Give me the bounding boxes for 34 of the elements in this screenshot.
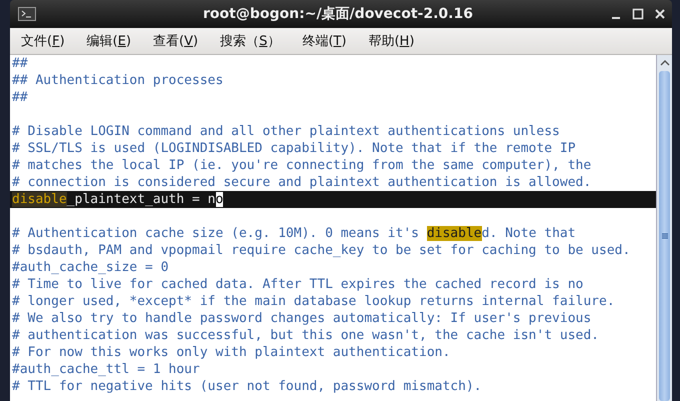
code-line: # Authentication cache size (e.g. 10M). 0 means it's disabled. Note that <box>12 226 576 241</box>
code-line: # For now this works only with plaintext authentication. <box>12 345 450 360</box>
scrollbar[interactable] <box>656 55 672 401</box>
search-match: disable <box>12 192 67 207</box>
code-line: #auth_cache_size = 0 <box>12 260 169 275</box>
window-title: root@bogon:~/桌面/dovecot-2.0.16 <box>202 5 474 23</box>
code-line: # bsdauth, PAM and vpopmail require cache_key to be set for caching to be used. <box>12 243 630 258</box>
close-icon[interactable] <box>654 8 666 20</box>
code-line: #auth_cache_ttl = 1 hour <box>12 362 200 377</box>
code-line: # connection is considered secure and plaintext authentication is allowed. <box>12 175 592 190</box>
code-line: # matches the local IP (ie. you're connecting from the same computer), the <box>12 158 592 173</box>
code-line: # Time to live for cached data. After TTL expires the cached record is no <box>12 277 584 292</box>
code-line: # Disable LOGIN command and all other plaintext authentications unless <box>12 124 560 139</box>
scrollbar-thumb[interactable] <box>659 71 670 401</box>
grip-icon <box>660 232 668 240</box>
terminal-icon <box>18 7 36 21</box>
code-line: # We also try to handle password changes automatically: If user's previous <box>12 311 592 326</box>
cursor: o <box>216 192 224 207</box>
menu-item[interactable]: 编辑(E) <box>80 30 138 52</box>
code-line: ## Authentication processes <box>12 73 224 88</box>
code-text: _plaintext_auth = n <box>66 192 216 207</box>
code-line: # SSL/TLS is used (LOGINDISABLED capability). Note that if the remote IP <box>12 141 576 156</box>
menu-item[interactable]: 终端(T) <box>295 30 354 52</box>
menu-item[interactable]: 搜索（S） <box>213 30 288 52</box>
menu-item[interactable]: 文件(F) <box>14 30 72 52</box>
scroll-up-icon[interactable] <box>658 58 670 68</box>
code-line: # longer used, *except* if the main database lookup returns internal failure. <box>12 294 615 309</box>
menu-item[interactable]: 帮助(H) <box>361 30 422 52</box>
maximize-icon[interactable] <box>632 8 644 20</box>
code-line: ## <box>12 90 28 105</box>
menu-item[interactable]: 查看(V) <box>146 30 206 52</box>
code-line: ## <box>12 56 28 71</box>
code-line: # TTL for negative hits (user not found, password mismatch). <box>12 379 482 394</box>
code-line: # authentication was successful, but this one wasn't, the cache isn't used. <box>12 328 599 343</box>
